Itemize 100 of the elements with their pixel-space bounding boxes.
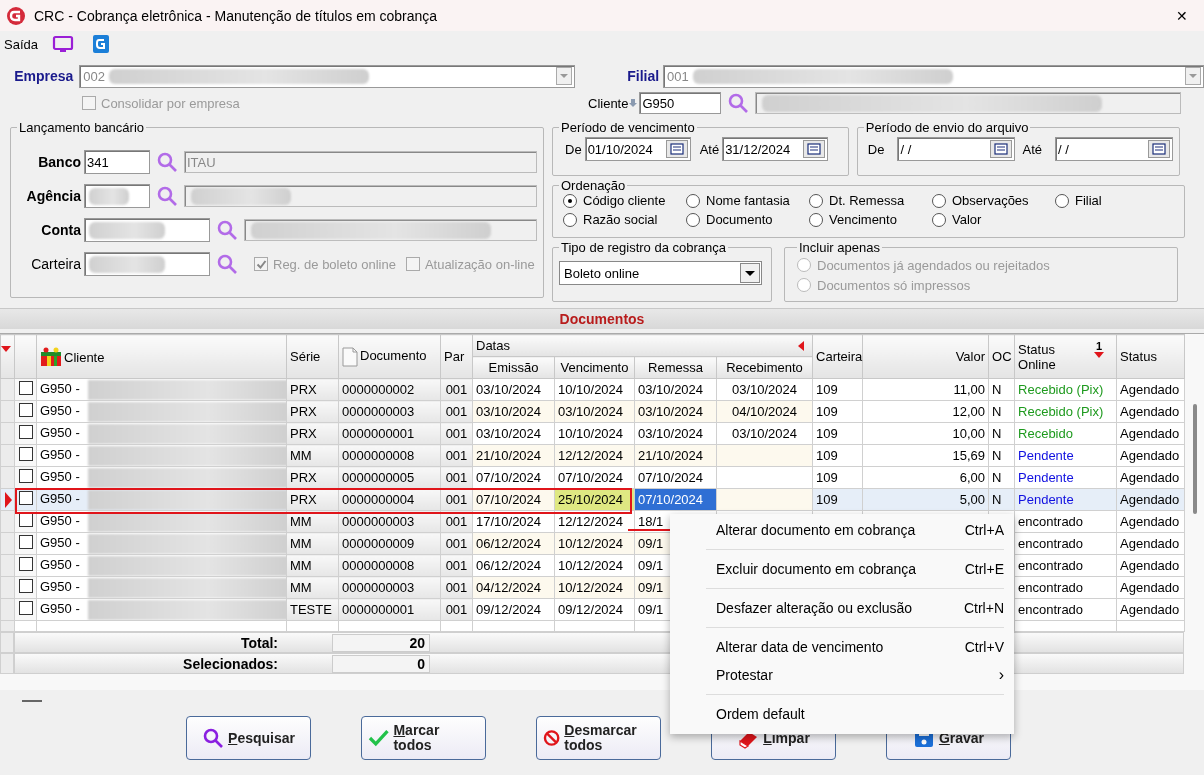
total-label: Selecionados: [182, 655, 278, 672]
radio-button[interactable] [809, 193, 823, 208]
dropdown[interactable]: Boleto online [559, 261, 762, 285]
input-field[interactable] [84, 252, 210, 276]
date-field[interactable]: 01/10/2024 [584, 137, 691, 161]
search-icon [156, 185, 178, 207]
field-label: De [867, 141, 885, 157]
radio-label: Filial [1075, 193, 1102, 208]
action-button[interactable]: Marcar todos [361, 716, 486, 760]
column-header[interactable]: Série [286, 334, 339, 379]
column-header[interactable]: Datas [476, 338, 510, 353]
table-cell: G950 - [40, 512, 80, 528]
field-label: Conta [40, 222, 81, 238]
radio-button[interactable] [932, 193, 946, 208]
radio-button[interactable] [686, 193, 700, 208]
column-header[interactable]: Par [440, 334, 473, 379]
checkbox[interactable] [19, 491, 33, 505]
column-header[interactable]: Status Online [1018, 341, 1079, 372]
sort-down-icon [1, 345, 11, 353]
menu-item[interactable]: Saída [4, 36, 38, 52]
radio-button[interactable] [563, 212, 577, 227]
column-header[interactable]: Cliente [64, 349, 105, 364]
radio-button[interactable] [932, 212, 946, 227]
field-label: Cliente [588, 95, 629, 111]
checkbox[interactable] [19, 447, 33, 461]
checkbox[interactable] [19, 381, 33, 395]
menu-item[interactable]: Protestar › [670, 661, 1014, 689]
field-label: Até [699, 141, 720, 157]
total-label: Total: [239, 634, 278, 651]
submenu-arrow: › [998, 666, 1004, 684]
sort-down-icon [1094, 352, 1105, 359]
radio-label: Razão social [583, 212, 658, 227]
checkbox-label: Consolidar por empresa [101, 95, 240, 111]
table-cell: G950 - [40, 534, 80, 550]
checkbox[interactable] [19, 601, 33, 615]
radio-button[interactable] [563, 193, 577, 208]
checkbox[interactable] [19, 579, 33, 593]
checkbox[interactable] [19, 535, 33, 549]
field-label: Agência [25, 188, 81, 204]
table-cell: G950 - [40, 424, 80, 440]
date-field[interactable]: 31/12/2024 [722, 137, 829, 161]
monitor-icon [52, 34, 74, 54]
input-field[interactable] [84, 218, 210, 242]
document-icon [342, 346, 358, 367]
group-title: Ordenação [560, 178, 627, 193]
action-button[interactable]: Desmarcar todos [536, 716, 661, 760]
field-label: Banco [37, 154, 81, 170]
close-button[interactable]: ✕ [1160, 7, 1204, 24]
group-title: Incluir apenas [798, 240, 881, 255]
search-icon [156, 151, 178, 173]
column-header[interactable]: OC [988, 334, 1015, 379]
calendar-icon [803, 140, 826, 158]
table-cell: G950 - [40, 446, 80, 462]
radio-label: Observações [952, 193, 1029, 208]
read-only-field: ITAU [184, 151, 537, 173]
app-logo-icon [6, 5, 26, 26]
date-field[interactable]: / / [897, 137, 1016, 161]
table-cell: G950 - [40, 402, 80, 418]
field-label: Carteira [30, 256, 81, 272]
field-label: Até [1022, 141, 1042, 157]
field-label: De [565, 141, 582, 157]
group-title: Período de vencimento [560, 120, 696, 135]
radio-button[interactable] [686, 212, 700, 227]
input-field[interactable]: 341 [84, 150, 150, 174]
checkbox[interactable] [19, 403, 33, 417]
column-header[interactable]: Valor [862, 334, 989, 379]
down-arrow-icon [629, 98, 638, 108]
checkbox-label: Atualização on-line [424, 256, 535, 272]
checkbox[interactable] [19, 469, 33, 483]
calendar-icon [1148, 140, 1170, 158]
column-header[interactable]: Carteira [812, 334, 863, 379]
blurred-text [89, 187, 129, 205]
radio-label: Documentos só impressos [817, 277, 971, 293]
group-title: Período de envio do arquivo [864, 120, 1030, 135]
window-title: CRC - Cobrança eletrônica - Manutenção de títulos em cobrança [34, 7, 439, 24]
checkbox[interactable] [19, 557, 33, 571]
radio-label: Vencimento [829, 212, 897, 227]
menu-item[interactable]: Alterar data de vencimento Ctrl+V [670, 633, 1014, 661]
radio-label: Código cliente [583, 193, 666, 208]
date-field[interactable]: / / [1055, 137, 1173, 161]
table-cell: G950 - [40, 490, 80, 506]
search-icon [202, 727, 225, 749]
radio-label: Documento [706, 212, 773, 227]
radio-button[interactable] [1055, 193, 1069, 208]
checkbox[interactable] [19, 425, 33, 439]
checkbox-label: Reg. de boleto online [273, 256, 396, 272]
total-value: 0 [332, 654, 430, 673]
column-header[interactable]: Status [1116, 334, 1185, 379]
input-field[interactable]: G950 [639, 92, 722, 114]
radio-button[interactable] [809, 212, 823, 227]
calendar-icon [665, 140, 688, 158]
splitter-handle[interactable] [22, 700, 42, 702]
table-cell: G950 - [40, 468, 80, 484]
input-field[interactable] [84, 184, 150, 208]
sort-order: 1 [1095, 341, 1103, 352]
action-button[interactable]: Pesquisar [186, 716, 311, 760]
check-icon [368, 727, 390, 749]
dropdown[interactable]: 002 [79, 64, 575, 88]
dropdown[interactable]: 001 [663, 64, 1204, 88]
table-cell: G950 - [40, 556, 80, 572]
